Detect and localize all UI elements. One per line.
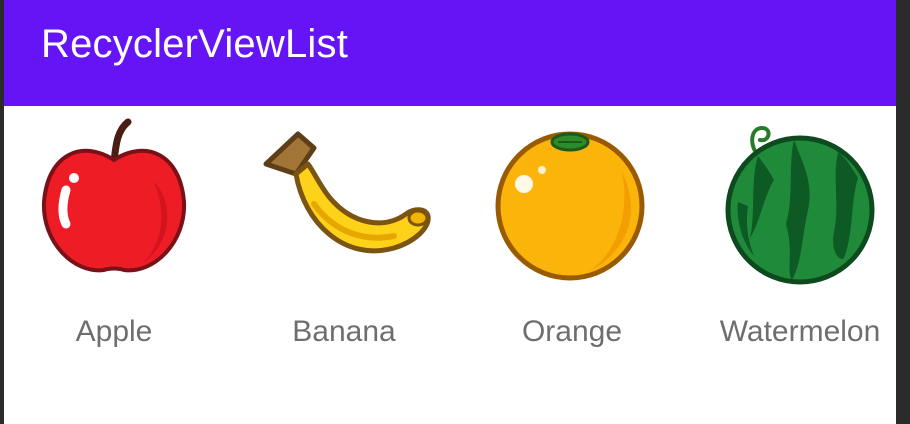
fruit-item-apple[interactable]: Apple — [4, 106, 224, 366]
apple-icon — [41, 118, 187, 273]
orange-icon — [495, 131, 645, 281]
fruit-item-watermelon[interactable]: Watermelon — [690, 106, 910, 366]
fruit-item-orange[interactable]: Orange — [462, 106, 682, 366]
screen-edge — [896, 0, 910, 424]
fruit-label: Orange — [521, 315, 623, 348]
fruit-recycler-list[interactable]: Apple Banana Orange Watermelon — [4, 106, 896, 424]
app-window: RecyclerViewList Apple Banana Orange Wat… — [0, 0, 910, 424]
fruit-item-banana[interactable]: Banana — [234, 106, 454, 366]
fruit-label: Apple — [75, 315, 153, 348]
banana-icon — [263, 131, 431, 254]
watermelon-icon — [725, 125, 875, 285]
fruit-label: Watermelon — [719, 315, 881, 348]
fruit-label: Banana — [292, 315, 396, 348]
app-bar: RecyclerViewList — [4, 0, 896, 106]
app-title: RecyclerViewList — [41, 22, 349, 66]
